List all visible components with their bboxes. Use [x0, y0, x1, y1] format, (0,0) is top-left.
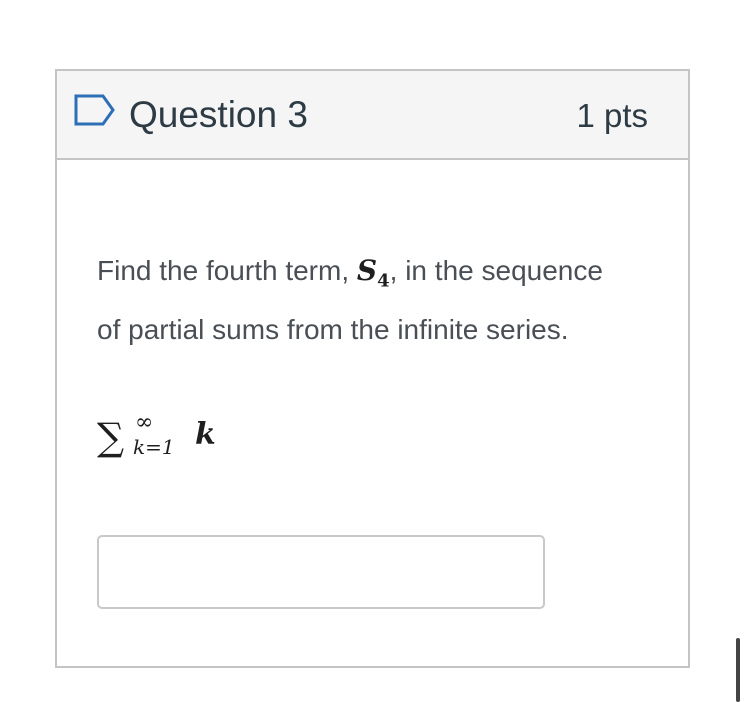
quiz-page: Question 3 1 pts Find the fourth term, S…: [0, 0, 749, 702]
series-formula: ∑ ∞ k=1 k: [97, 411, 297, 471]
flag-outline-icon[interactable]: [73, 93, 117, 127]
answer-input[interactable]: [97, 535, 545, 609]
question-points: 1 pts: [576, 97, 648, 134]
question-title: Question 3: [129, 94, 308, 135]
upper-limit: ∞: [135, 410, 154, 435]
question-card: Question 3 1 pts Find the fourth term, S…: [55, 69, 690, 668]
partial-sum-symbol: S4: [356, 254, 390, 292]
prompt-before: Find the fourth term,: [97, 255, 357, 286]
scrollbar[interactable]: [736, 638, 740, 702]
question-header: Question 3 1 pts: [57, 71, 688, 160]
summation-symbol: ∑: [97, 415, 125, 459]
question-text: Find the fourth term, S4, in the sequenc…: [97, 247, 617, 354]
series-term: k: [195, 417, 216, 452]
lower-limit: k=1: [133, 435, 175, 459]
